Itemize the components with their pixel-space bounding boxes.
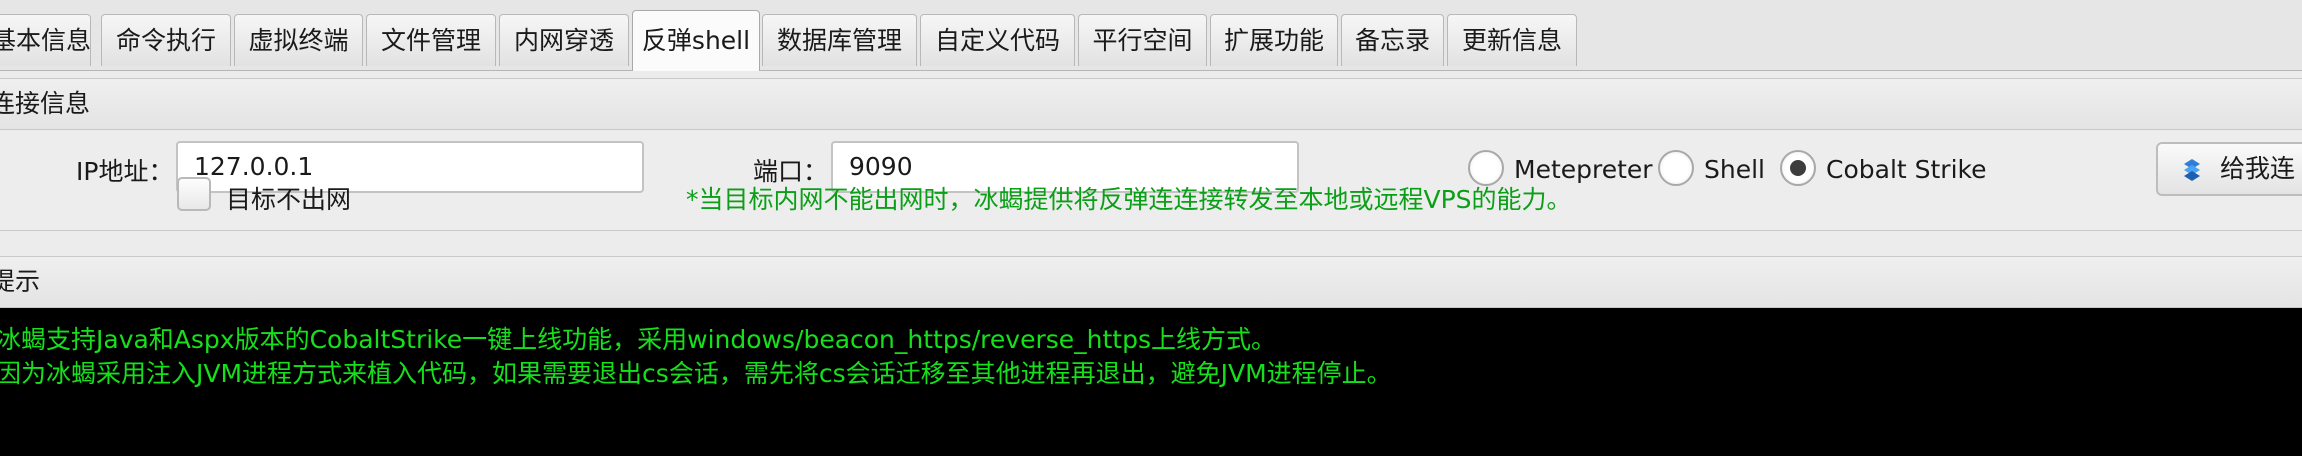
- connect-button[interactable]: 给我连: [2156, 142, 2302, 196]
- tab-virtual-terminal[interactable]: 虚拟终端: [234, 14, 363, 66]
- tips-header: 提示: [0, 256, 2302, 308]
- tab-memo[interactable]: 备忘录: [1341, 14, 1444, 66]
- tips-line-2: 因为冰蝎采用注入JVM进程方式来植入代码，如果需要退出cs会话，需先将cs会话迁…: [0, 359, 1392, 388]
- no-outbound-checkbox[interactable]: [177, 177, 211, 211]
- radio-cobalt-strike[interactable]: [1780, 150, 1816, 186]
- tab-intranet-tunnel[interactable]: 内网穿透: [499, 14, 629, 66]
- tab-basic-info[interactable]: 基本信息: [0, 14, 91, 66]
- tips-console: 冰蝎支持Java和Aspx版本的CobaltStrike一键上线功能，采用win…: [0, 308, 2302, 456]
- tab-custom-code[interactable]: 自定义代码: [920, 14, 1075, 66]
- radio-metepreter-label: Metepreter: [1514, 155, 1653, 184]
- radio-cobalt-strike-label: Cobalt Strike: [1826, 155, 1987, 184]
- tab-command-exec[interactable]: 命令执行: [101, 14, 231, 66]
- tab-database-manager[interactable]: 数据库管理: [762, 14, 917, 66]
- connect-button-label: 给我连: [2220, 154, 2296, 183]
- radio-shell-label: Shell: [1704, 155, 1765, 184]
- connect-icon: [2184, 159, 2200, 181]
- connection-info-header: 连接信息: [0, 78, 2302, 130]
- outbound-hint: *当目标内网不能出网时，冰蝎提供将反弹连连接转发至本地或远程VPS的能力。: [686, 185, 1572, 214]
- tips-line-1: 冰蝎支持Java和Aspx版本的CobaltStrike一键上线功能，采用win…: [0, 325, 1276, 354]
- ip-label: IP地址：: [76, 157, 174, 186]
- tab-update-info[interactable]: 更新信息: [1447, 14, 1577, 66]
- radio-shell[interactable]: [1658, 150, 1694, 186]
- connection-info-title: 连接信息: [0, 89, 91, 118]
- tab-bar: 基本信息 命令执行 虚拟终端 文件管理 内网穿透 反弹shell 数据库管理 自…: [0, 0, 2302, 71]
- radio-metepreter[interactable]: [1468, 150, 1504, 186]
- tab-extensions[interactable]: 扩展功能: [1210, 14, 1338, 66]
- tab-parallel-space[interactable]: 平行空间: [1078, 14, 1207, 66]
- connection-panel: IP地址： 127.0.0.1 目标不出网 端口： 9090 *当目标内网不能出…: [0, 130, 2302, 231]
- tab-reverse-shell[interactable]: 反弹shell: [632, 10, 760, 71]
- tips-title: 提示: [0, 267, 41, 296]
- no-outbound-label: 目标不出网: [226, 185, 352, 214]
- tab-file-manager[interactable]: 文件管理: [366, 14, 496, 66]
